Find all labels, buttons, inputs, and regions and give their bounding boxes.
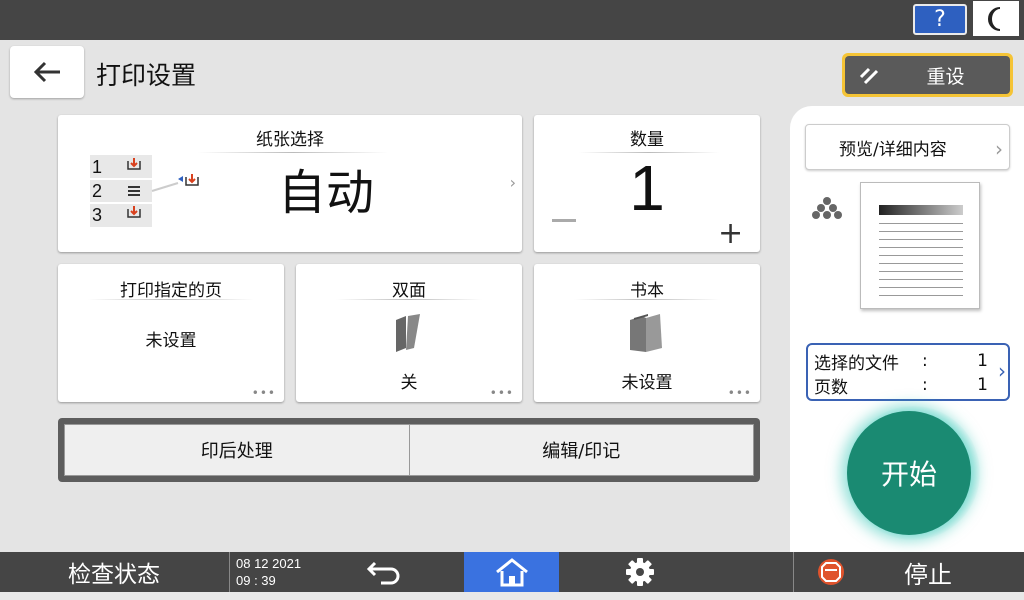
edit-stamp-button[interactable]: 编辑/印记 [409,424,754,476]
date-text: 08 12 2021 [236,556,302,571]
start-button[interactable]: 开始 [847,411,971,535]
preview-details-button[interactable]: 预览/详细内容 › [805,124,1010,170]
plus-icon[interactable]: + [718,219,743,249]
home-button[interactable] [464,552,559,592]
preview-label: 预览/详细内容 [839,139,947,160]
top-bar: ? [0,0,1024,40]
bottom-strip [0,592,1024,600]
chevron-right-icon: › [998,359,1006,383]
help-icon: ? [934,7,946,32]
reset-label: 重设 [926,65,965,88]
quantity-value[interactable]: 1 [534,151,760,225]
date-time: 08 12 2021 09 : 39 [229,552,309,592]
pages-label: 页数 [814,377,848,398]
files-label: 选择的文件 [814,353,899,374]
title-divider [88,299,254,300]
pages-value: 1 [977,375,988,395]
page-thumbnail [860,182,980,309]
night-mode-button[interactable] [973,1,1019,36]
specify-pages-value: 未设置 [145,331,197,351]
duplex-title: 双面 [392,281,426,301]
book-value: 未设置 [621,373,673,393]
check-status-button[interactable]: 检查状态 [0,552,228,592]
book-tile[interactable]: 书本 未设置 ••• [534,264,760,402]
files-colon: : [922,351,928,371]
chevron-right-icon: › [995,137,1003,161]
reset-button[interactable]: 重设 [842,53,1013,97]
book-title: 书本 [630,281,664,301]
minus-icon[interactable] [552,219,576,222]
post-processing-button[interactable]: 印后处理 [64,424,410,476]
print-specified-pages-tile[interactable]: 打印指定的页 未设置 ••• [58,264,284,402]
reset-icon [845,65,895,85]
bottom-bar: 检查状态 08 12 2021 09 : 39 停止 [0,552,1024,592]
home-icon [495,558,528,587]
selected-files-box[interactable]: 选择的文件 : 1 页数 : 1 › [806,343,1010,401]
more-icon: ••• [727,386,752,400]
title-divider [574,299,720,300]
more-icon: ••• [251,386,276,400]
page-title: 打印设置 [96,61,197,90]
svg-text:1: 1 [92,157,102,177]
files-value: 1 [977,351,988,371]
duplex-icon [396,314,420,352]
stop-button[interactable]: 停止 [793,552,1024,592]
time-text: 09 : 39 [236,573,276,588]
function-bar: 印后处理 编辑/印记 [58,418,760,482]
gear-icon [626,558,654,586]
color-mode-icon [812,197,842,219]
tray-icon: 1 2 3 [86,155,206,227]
back-button[interactable] [10,46,84,98]
duplex-value: 关 [400,373,418,393]
chevron-right-icon: › [509,173,516,192]
pages-colon: : [922,375,928,395]
duplex-tile[interactable]: 双面 关 ••• [296,264,522,402]
svg-text:3: 3 [92,205,102,225]
svg-text:2: 2 [92,181,102,201]
paper-select-title: 纸张选择 [256,130,324,150]
undo-icon [366,561,400,585]
book-icon [630,314,662,352]
stop-icon [816,557,846,587]
quantity-title: 数量 [630,130,664,150]
more-icon: ••• [489,386,514,400]
moon-icon [988,6,1001,31]
title-divider [336,299,482,300]
stop-label: 停止 [904,560,952,589]
settings-button[interactable] [620,556,660,588]
paper-select-tile[interactable]: 纸张选择 1 2 3 自动 › [58,115,522,252]
specify-pages-title: 打印指定的页 [120,281,222,301]
paper-select-value: 自动 [278,165,375,221]
quantity-tile: 数量 1 + [534,115,760,252]
back-arrow-icon [33,61,60,83]
help-button[interactable]: ? [913,4,967,35]
undo-button[interactable] [362,558,406,586]
